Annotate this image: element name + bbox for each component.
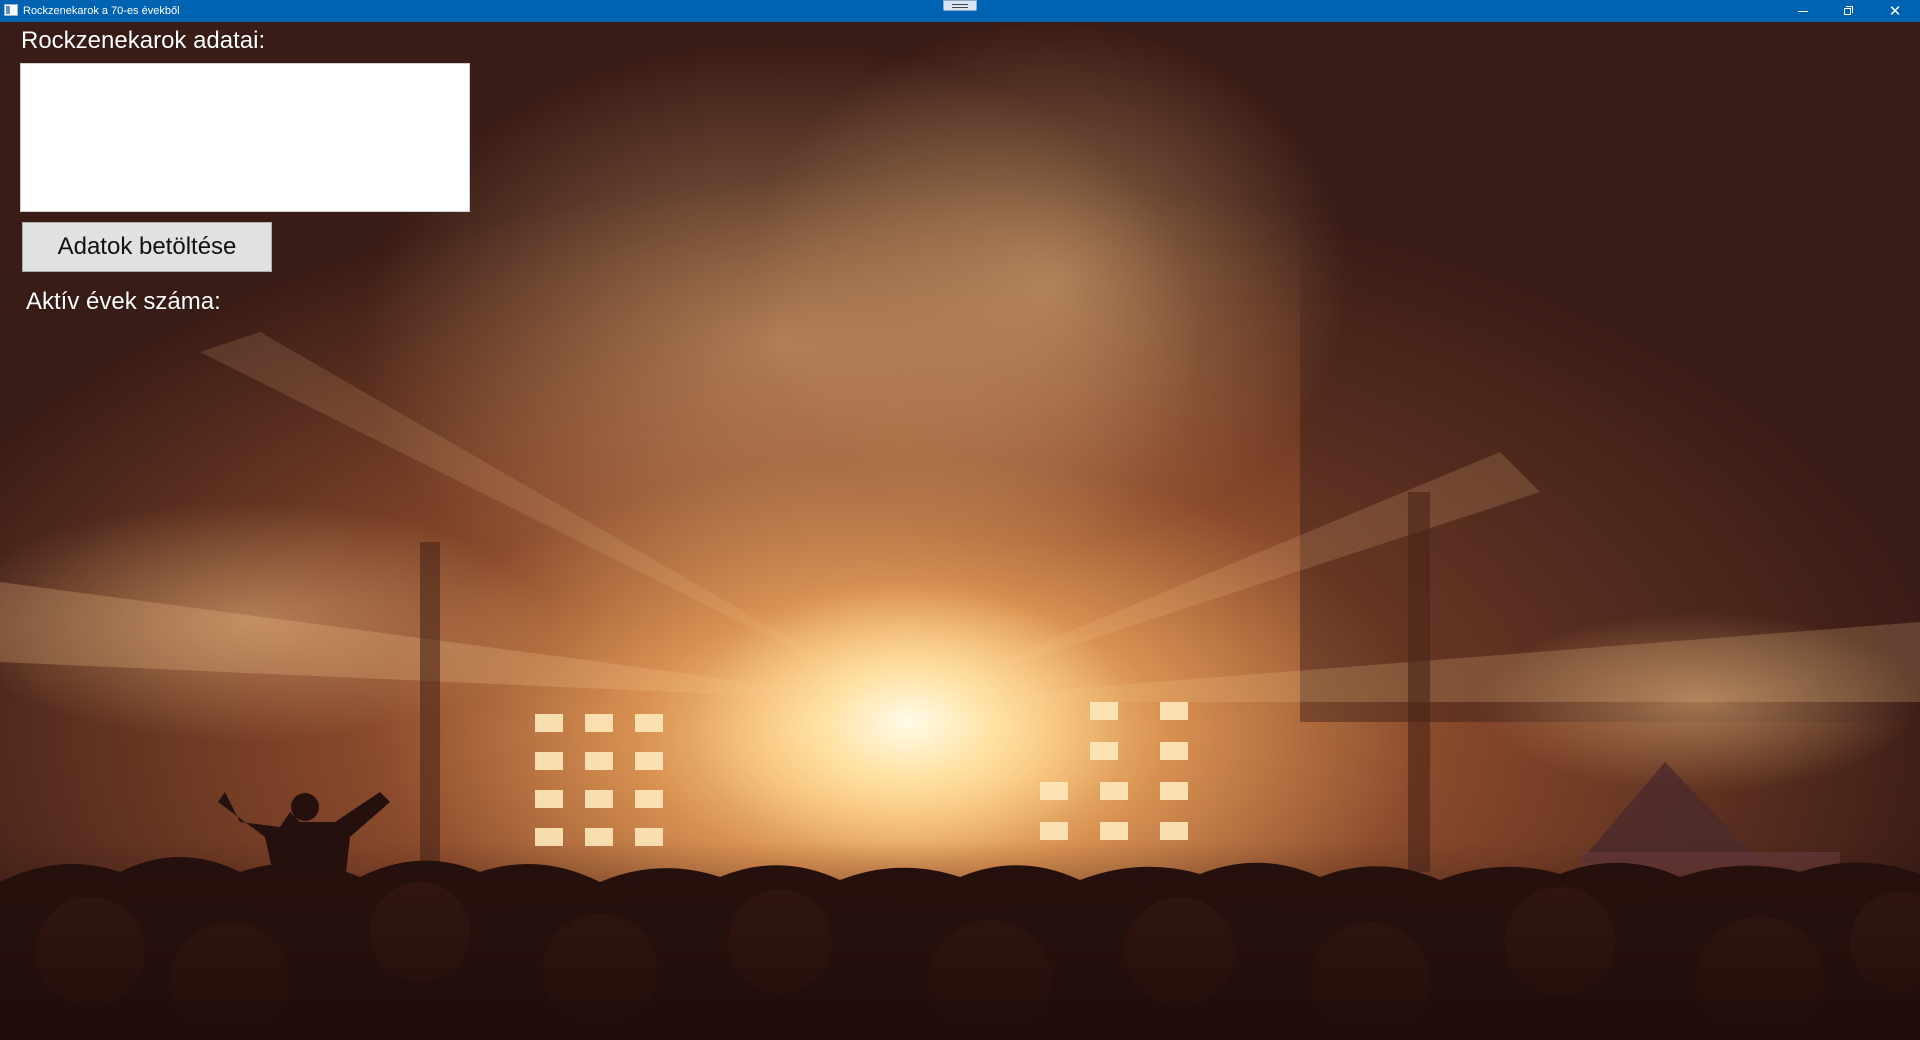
load-data-button[interactable]: Adatok betöltése <box>22 222 272 272</box>
restore-button[interactable] <box>1826 0 1872 22</box>
restore-icon <box>1844 6 1854 16</box>
close-icon: ✕ <box>1888 2 1902 20</box>
drag-grip-icon[interactable] <box>943 0 977 11</box>
window-app-icon[interactable] <box>4 4 18 16</box>
minimize-icon <box>1798 10 1808 12</box>
title-bar[interactable]: Rockzenekarok a 70-es évekből ✕ <box>0 0 1920 22</box>
active-years-label: Aktív évek száma: <box>26 288 221 315</box>
minimize-button[interactable] <box>1780 0 1826 22</box>
bands-data-box[interactable] <box>20 63 470 212</box>
close-button[interactable]: ✕ <box>1872 0 1918 22</box>
bands-data-label: Rockzenekarok adatai: <box>21 27 266 54</box>
app-window: Rockzenekarok a 70-es évekből ✕ Rockzene… <box>0 0 1920 1040</box>
window-title: Rockzenekarok a 70-es évekből <box>23 5 180 17</box>
